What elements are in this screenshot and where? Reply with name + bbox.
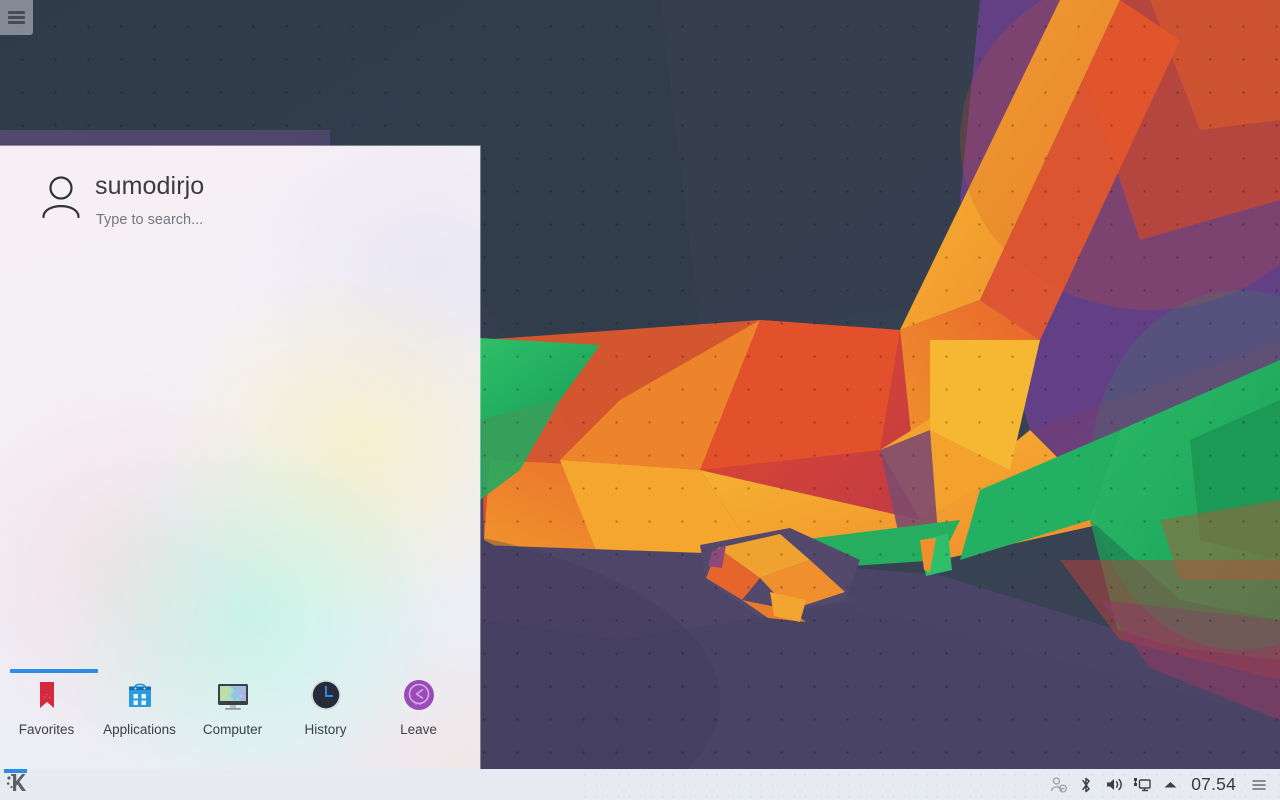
tab-label: Favorites <box>19 722 75 737</box>
hamburger-icon <box>8 9 25 26</box>
network-display-icon[interactable] <box>1128 769 1156 800</box>
tab-label: Applications <box>103 722 176 737</box>
clock-widget[interactable]: 07.54 <box>1184 774 1245 795</box>
user-name: sumodirjo <box>95 172 204 201</box>
tab-computer[interactable]: Computer <box>186 677 279 737</box>
bookmark-icon <box>29 677 65 713</box>
desktop-toolbox[interactable] <box>0 0 33 35</box>
speaker-volume-icon[interactable] <box>1100 769 1128 800</box>
tab-label: History <box>304 722 346 737</box>
taskbar-panel[interactable]: 07.54 <box>0 769 1280 800</box>
menu-content-area[interactable] <box>0 256 480 659</box>
menu-header: sumodirjo Type to search... <box>0 146 480 256</box>
bluetooth-icon[interactable] <box>1072 769 1100 800</box>
application-menu-panel[interactable]: sumodirjo Type to search... <box>0 146 480 769</box>
leave-power-icon <box>401 677 437 713</box>
shopping-bag-icon <box>122 677 158 713</box>
menu-tab-bar[interactable]: Favorites <box>0 663 480 769</box>
kde-k-icon <box>4 770 28 799</box>
system-tray[interactable]: 07.54 <box>1044 769 1273 800</box>
search-input[interactable]: Type to search... <box>96 212 203 228</box>
triangle-up-icon[interactable] <box>1156 769 1184 800</box>
tab-history[interactable]: History <box>279 677 372 737</box>
user-switch-icon[interactable] <box>1044 769 1072 800</box>
tab-label: Leave <box>400 722 437 737</box>
launcher-active-indicator <box>4 769 27 773</box>
tab-favorites[interactable]: Favorites <box>0 677 93 737</box>
clock-icon <box>308 677 344 713</box>
active-tab-indicator <box>10 669 98 673</box>
user-avatar-icon[interactable] <box>38 172 84 220</box>
application-launcher-button[interactable] <box>0 769 31 800</box>
monitor-icon <box>215 677 251 713</box>
tab-leave[interactable]: Leave <box>372 677 465 737</box>
hamburger-icon[interactable] <box>1245 769 1273 800</box>
tab-applications[interactable]: Applications <box>93 677 186 737</box>
tab-label: Computer <box>203 722 262 737</box>
